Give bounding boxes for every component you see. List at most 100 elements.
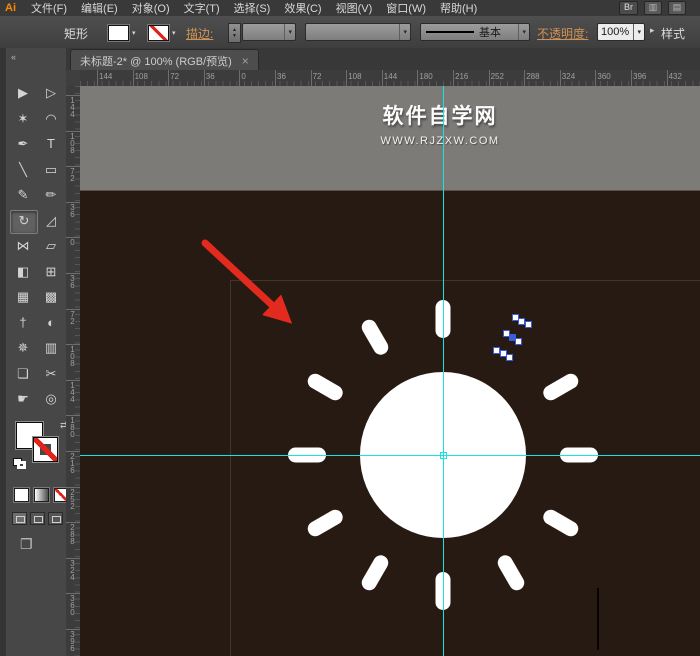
ruler-label: 0 <box>70 238 75 248</box>
draw-normal-button[interactable] <box>12 512 27 525</box>
ruler-label: 324 <box>561 72 576 81</box>
width-profile-combo[interactable]: ▾ <box>305 23 411 41</box>
selection-tool[interactable]: ▶ <box>10 82 36 104</box>
slice-tool[interactable]: ✂ <box>38 363 64 385</box>
app-logo: Ai <box>5 2 16 14</box>
illustrator-window: Ai 文件(F) 编辑(E) 对象(O) 文字(T) 选择(S) 效果(C) 视图(V) 窗口… <box>0 0 700 656</box>
color-button[interactable] <box>14 488 29 502</box>
stroke-indicator[interactable] <box>32 436 59 463</box>
ruler-label: 36 <box>277 72 286 81</box>
ruler-tick <box>239 70 241 86</box>
anchor-point[interactable] <box>500 350 507 357</box>
menu-item-8[interactable]: 帮助(H) <box>433 0 484 16</box>
rotate-tool[interactable]: ↻ <box>10 209 38 234</box>
chevron-down-icon: ▾ <box>633 24 641 40</box>
ruler-tick <box>346 70 348 86</box>
ruler-label: 2 8 8 <box>70 523 75 547</box>
opacity-value: 100% <box>601 26 630 38</box>
menu-item-6[interactable]: 视图(V) <box>329 0 380 16</box>
line-segment-tool[interactable]: ╲ <box>10 159 36 181</box>
canvas[interactable]: 软件自学网 WWW.RJZXW.COM <box>80 86 700 656</box>
document-tab[interactable]: 未标题-2* @ 100% (RGB/预览) × <box>70 49 259 71</box>
horizontal-ruler[interactable]: 144 108 72 36 0 36 72 108 144 180 216 252 288 324 360 3… <box>80 70 700 87</box>
stock-icon[interactable]: ▥ <box>644 1 662 15</box>
chevron-down-icon: ▾ <box>399 24 407 40</box>
anchor-point[interactable] <box>518 318 525 325</box>
menu-item-4[interactable]: 选择(S) <box>227 0 278 16</box>
ruler-tick <box>524 70 526 86</box>
free-transform-tool[interactable]: ▱ <box>38 235 64 257</box>
stroke-weight-label[interactable]: 描边: <box>186 25 213 42</box>
magic-wand-tool[interactable]: ✶ <box>10 108 36 130</box>
menu-item-2[interactable]: 对象(O) <box>125 0 177 16</box>
stroke-weight-stepper[interactable]: ▲ ▼ <box>228 23 241 43</box>
ruler-label: 0 <box>241 72 246 81</box>
pencil-tool[interactable]: ✏ <box>38 184 64 206</box>
fill-color-swatch[interactable]: ▾ <box>108 25 136 41</box>
menu-item-0[interactable]: 文件(F) <box>24 0 74 16</box>
ruler-tick <box>666 70 668 86</box>
opacity-label[interactable]: 不透明度: <box>537 25 588 42</box>
menu-item-3[interactable]: 文字(T) <box>177 0 227 16</box>
ruler-label: 1 8 0 <box>70 416 75 440</box>
ruler-label: 396 <box>633 72 647 81</box>
ruler-tick <box>97 70 98 86</box>
chevron-down-icon: ▾ <box>518 24 526 40</box>
ruler-label: 216 <box>455 72 469 81</box>
opacity-combo[interactable]: 100% ▾ <box>597 23 645 41</box>
draw-inside-button[interactable] <box>48 512 63 525</box>
ruler-tick <box>595 70 597 86</box>
gradient-tool[interactable]: ▩ <box>38 286 64 308</box>
default-fill-stroke-icon[interactable] <box>13 458 26 469</box>
ruler-label: 180 <box>419 72 433 81</box>
screen-mode-icon[interactable]: ❐ <box>20 536 33 553</box>
hand-tool[interactable]: ☛ <box>10 388 36 410</box>
blend-tool[interactable]: ◐ <box>38 312 64 334</box>
perspective-grid-tool[interactable]: ⊞ <box>38 261 64 283</box>
gradient-button[interactable] <box>34 488 49 502</box>
bridge-button[interactable]: Br <box>619 1 638 15</box>
eyedropper-tool[interactable]: † <box>10 312 36 334</box>
ruler-label: 1 4 4 <box>70 96 75 119</box>
pen-tool[interactable]: ✒ <box>10 133 36 155</box>
lasso-tool[interactable]: ◠ <box>38 108 64 130</box>
zoom-tool[interactable]: ◎ <box>38 388 64 410</box>
close-icon[interactable]: × <box>242 54 249 68</box>
ruler-label: 7 2 <box>70 167 75 184</box>
color-mode-buttons <box>14 488 69 502</box>
ruler-tick <box>310 70 312 86</box>
document-tab-bar: 未标题-2* @ 100% (RGB/预览) × <box>66 48 700 71</box>
menu-item-7[interactable]: 窗口(W) <box>379 0 433 16</box>
mesh-tool[interactable]: ▦ <box>10 286 36 308</box>
ruler-label: 432 <box>668 72 682 81</box>
paintbrush-tool[interactable]: ✎ <box>10 184 36 206</box>
scale-tool[interactable]: ◿ <box>38 210 64 232</box>
column-graph-tool[interactable]: ▥ <box>38 337 64 359</box>
menu-item-5[interactable]: 效果(C) <box>277 0 328 16</box>
symbol-sprayer-tool[interactable]: ✵ <box>10 337 36 359</box>
width-tool[interactable]: ⋈ <box>10 235 36 257</box>
draw-behind-button[interactable] <box>30 512 45 525</box>
anchor-point[interactable] <box>515 338 522 345</box>
direct-selection-tool[interactable]: ▷ <box>38 82 64 104</box>
type-tool[interactable]: T <box>38 133 64 155</box>
menu-item-1[interactable]: 编辑(E) <box>74 0 125 16</box>
anchor-point[interactable] <box>506 354 513 361</box>
selection-anchors <box>80 86 700 656</box>
ruler-tick <box>453 70 454 86</box>
ruler-label: 360 <box>597 72 611 81</box>
vertical-ruler[interactable]: 1 4 4 1 0 8 7 2 3 6 0 3 6 7 2 1 0 8 1 4 4 1 8 0 2 … <box>66 86 81 656</box>
brush-definition-combo[interactable]: 基本 ▾ <box>420 23 530 41</box>
rectangle-tool[interactable]: ▭ <box>38 159 64 181</box>
ruler-origin-corner[interactable] <box>66 70 81 87</box>
ruler-label: 2 1 6 <box>70 452 75 475</box>
expand-arrow-icon[interactable]: ▸ <box>650 25 655 36</box>
anchor-point[interactable] <box>509 334 516 341</box>
artboard-tool[interactable]: ❏ <box>10 363 36 385</box>
layout-icon[interactable]: ▤ <box>668 1 686 15</box>
stroke-color-swatch[interactable]: ▾ <box>148 25 176 41</box>
anchor-point[interactable] <box>493 347 500 354</box>
anchor-point[interactable] <box>525 321 532 328</box>
stroke-weight-combo[interactable]: ▾ <box>242 23 296 41</box>
shape-builder-tool[interactable]: ◧ <box>10 261 36 283</box>
